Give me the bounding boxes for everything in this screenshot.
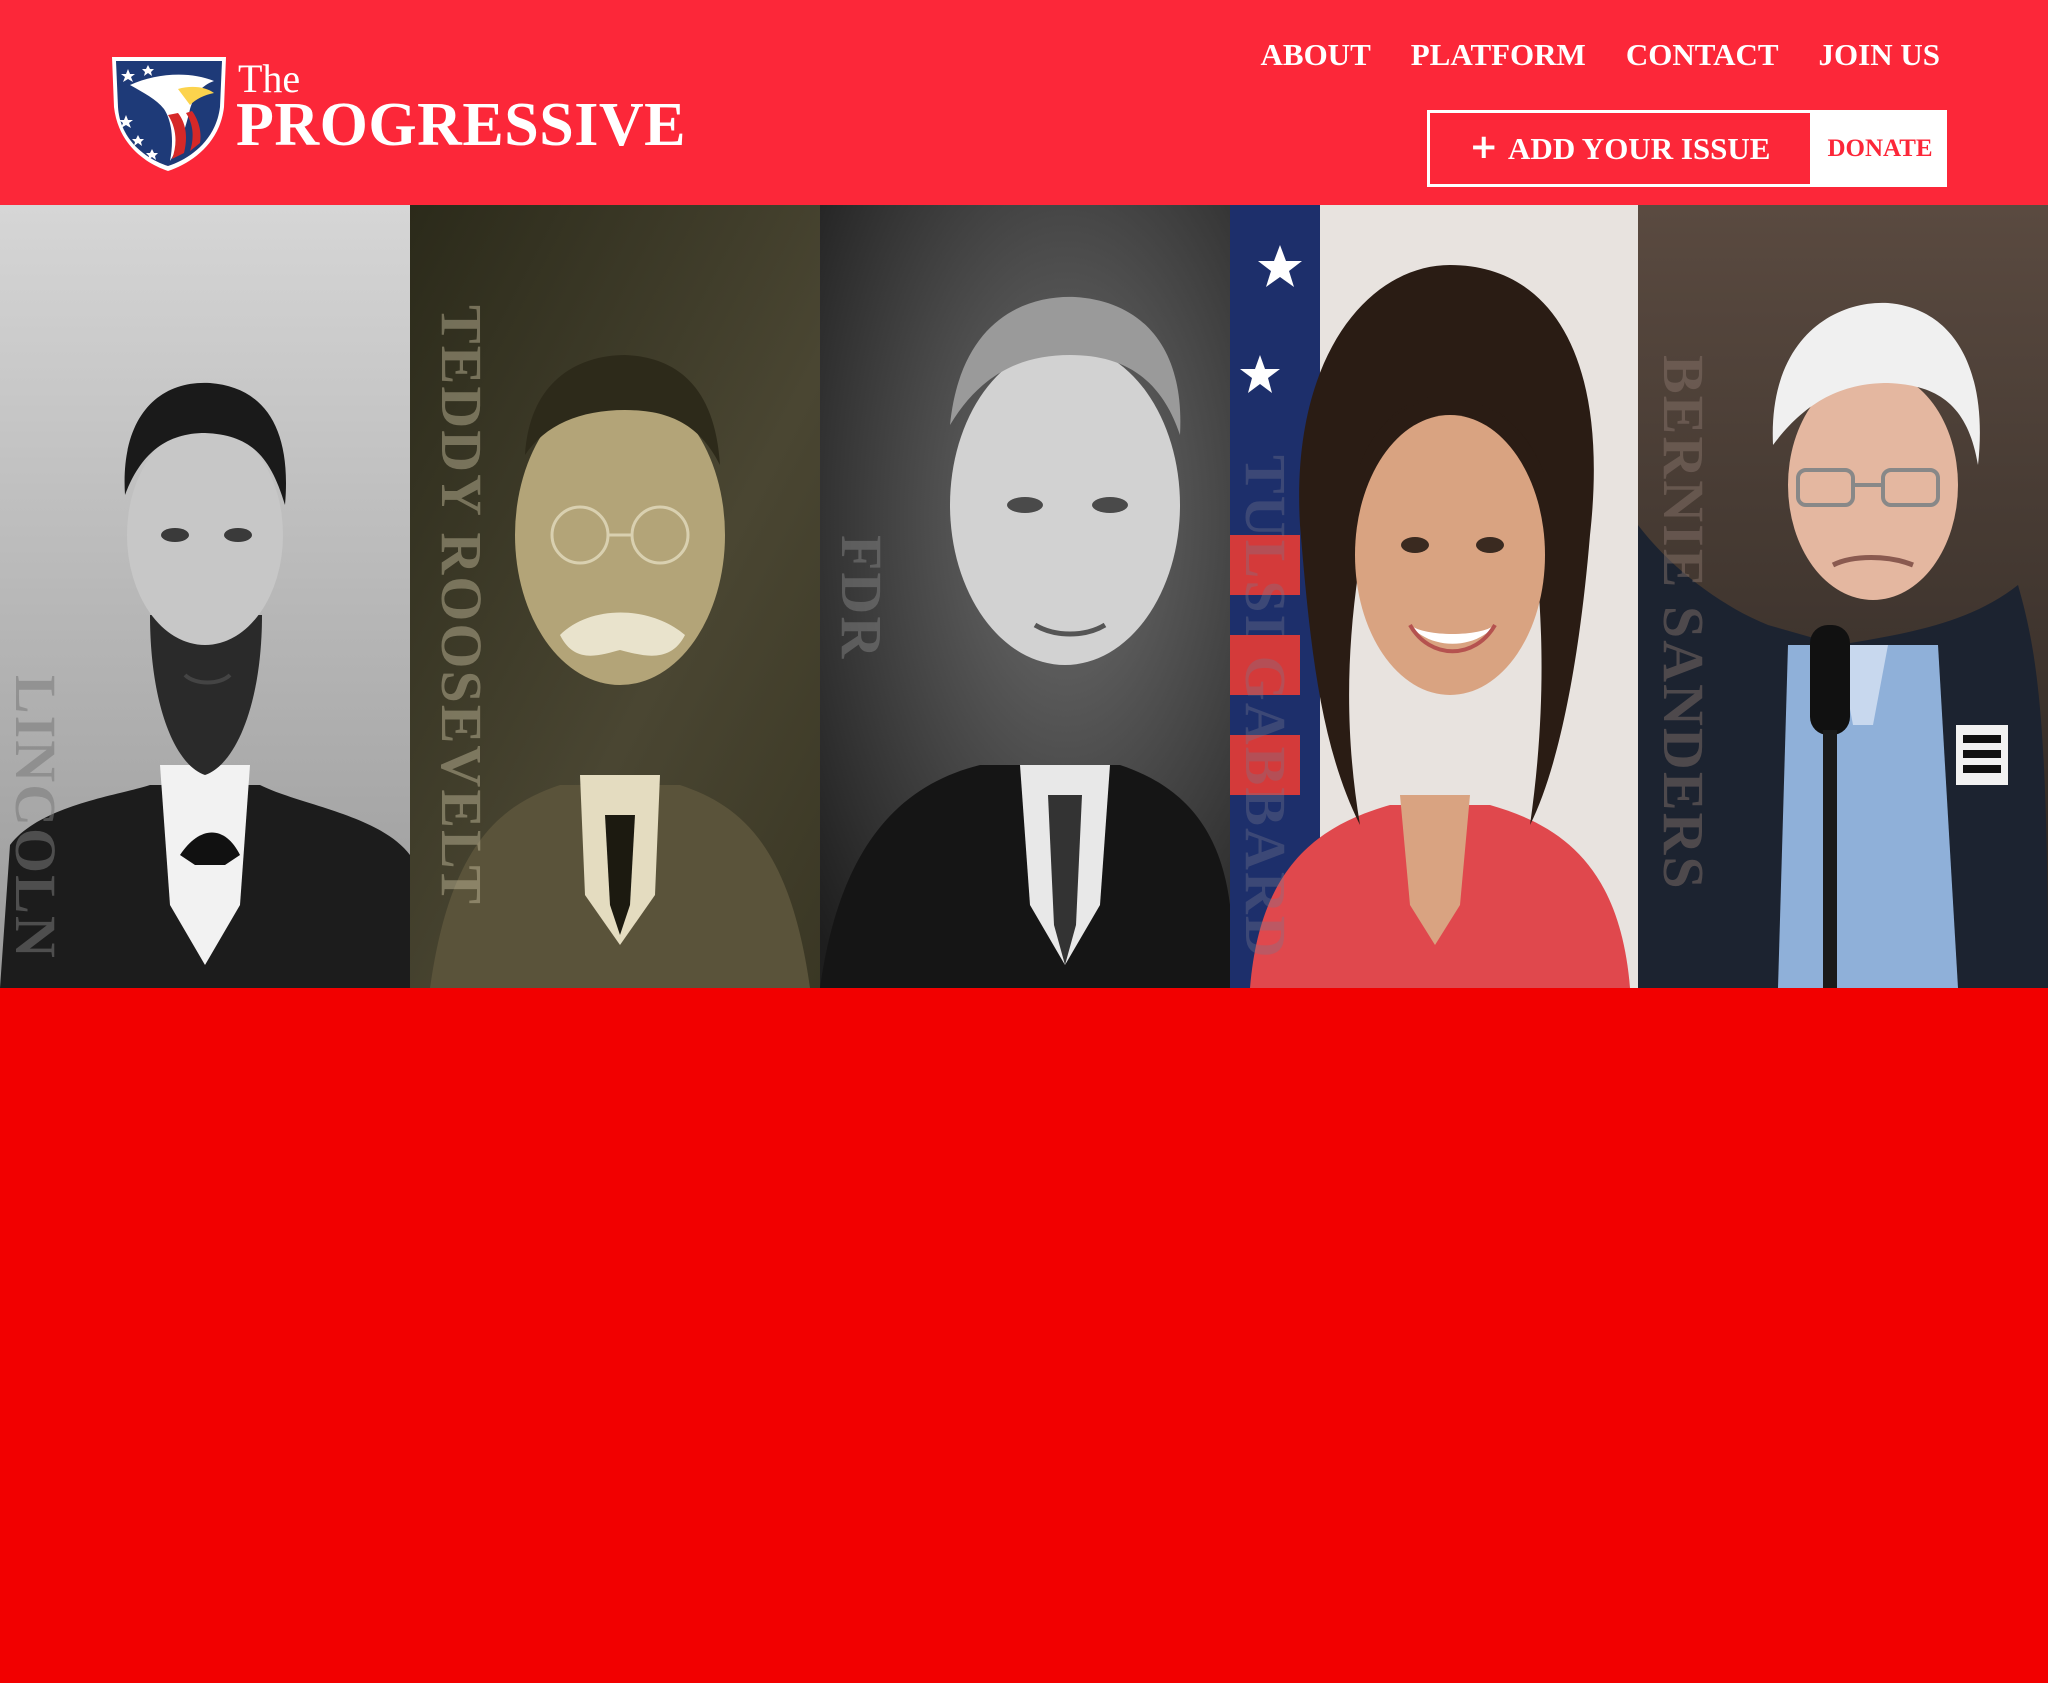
plus-icon: +	[1469, 126, 1499, 167]
portrait-bernie-sanders-name: BERNIE SANDERS	[1651, 355, 1716, 891]
nav-contact[interactable]: CONTACT	[1626, 30, 1779, 80]
portrait-tulsi-gabbard-name: TULSI GABBARD	[1233, 455, 1298, 960]
add-your-issue-button[interactable]: + ADD YOUR ISSUE	[1427, 110, 1813, 187]
site-logo[interactable]: The PROGRESSIVE	[108, 55, 685, 175]
portrait-lincoln: LINCOLN	[0, 205, 410, 988]
donate-button[interactable]: DONATE	[1813, 110, 1947, 187]
nav-join-us[interactable]: JOIN US	[1819, 30, 1940, 80]
eagle-shield-icon	[112, 57, 226, 171]
portrait-fdr: FDR	[820, 205, 1230, 988]
portrait-fdr-name: FDR	[829, 535, 894, 661]
nav-about[interactable]: ABOUT	[1261, 30, 1371, 80]
portrait-lincoln-name: LINCOLN	[3, 675, 68, 960]
header-actions: + ADD YOUR ISSUE DONATE	[1427, 110, 1947, 187]
portrait-teddy-roosevelt-name: TEDDY ROOSEVELT	[429, 305, 494, 907]
add-your-issue-label: ADD YOUR ISSUE	[1508, 130, 1771, 166]
portrait-bernie-sanders: BERNIE SANDERS	[1638, 205, 2048, 988]
portrait-teddy-roosevelt: TEDDY ROOSEVELT	[410, 205, 820, 988]
nav-platform[interactable]: PLATFORM	[1411, 30, 1586, 80]
portrait-tulsi-gabbard: TULSI GABBARD	[1230, 205, 1638, 988]
logo-wordmark: PROGRESSIVE	[236, 91, 686, 159]
hero-portrait-strip: LINCOLN TEDDY ROOSEVELT FDR TULSI GABBAR…	[0, 205, 2048, 988]
main-nav: ABOUT PLATFORM CONTACT JOIN US	[1261, 30, 1941, 80]
site-header: The PROGRESSIVE ABOUT PLATFORM CONTACT J…	[0, 0, 2048, 205]
